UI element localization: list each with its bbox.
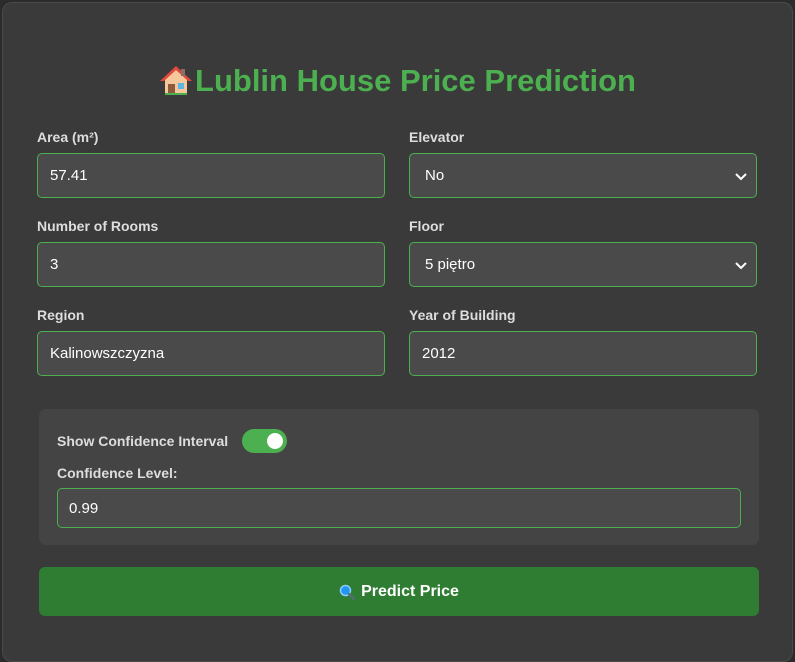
- predict-price-label: Predict Price: [361, 582, 459, 600]
- area-label: Area (m²): [37, 129, 99, 145]
- region-field-group: Region Kalinowszczyzna: [37, 307, 385, 376]
- confidence-toggle-label: Show Confidence Interval: [57, 433, 229, 449]
- rooms-input[interactable]: 3: [37, 242, 385, 287]
- floor-select[interactable]: 5 piętro: [409, 242, 757, 287]
- magnifier-icon: [339, 584, 356, 600]
- elevator-select[interactable]: No: [409, 153, 757, 198]
- confidence-level-value: 0.99: [69, 499, 99, 517]
- floor-value: 5 piętro: [425, 256, 476, 273]
- predict-price-button[interactable]: Predict Price: [39, 567, 759, 616]
- page-title: Lublin House Price Prediction: [195, 63, 636, 98]
- chevron-down-icon: [735, 261, 747, 269]
- area-value: 57.41: [50, 167, 88, 184]
- year-value: 2012: [422, 345, 456, 362]
- elevator-label: Elevator: [409, 129, 465, 145]
- area-field-group: Area (m²) 57.41: [37, 129, 385, 198]
- confidence-level-label: Confidence Level:: [57, 465, 178, 481]
- toggle-knob: [267, 433, 284, 449]
- house-icon: [159, 64, 193, 98]
- region-label: Region: [37, 307, 85, 323]
- rooms-field-group: Number of Rooms 3: [37, 218, 385, 287]
- confidence-panel: Show Confidence Interval Confidence Leve…: [39, 409, 759, 545]
- area-input[interactable]: 57.41: [37, 153, 385, 198]
- chevron-down-icon: [735, 172, 747, 180]
- elevator-field-group: Elevator No: [409, 129, 757, 198]
- floor-field-group: Floor 5 piętro: [409, 218, 757, 287]
- rooms-label: Number of Rooms: [37, 218, 159, 234]
- confidence-toggle[interactable]: [242, 429, 288, 453]
- rooms-value: 3: [50, 256, 59, 273]
- prediction-card: Lublin House Price Prediction Area (m²) …: [2, 2, 793, 662]
- year-field-group: Year of Building 2012: [409, 307, 757, 376]
- year-input[interactable]: 2012: [409, 331, 757, 376]
- confidence-toggle-row: Show Confidence Interval: [57, 429, 288, 453]
- region-input[interactable]: Kalinowszczyzna: [37, 331, 385, 376]
- floor-label: Floor: [409, 218, 444, 234]
- year-label: Year of Building: [409, 307, 516, 323]
- confidence-level-input[interactable]: 0.99: [57, 488, 741, 528]
- page-title-row: Lublin House Price Prediction: [3, 63, 792, 99]
- region-value: Kalinowszczyzna: [50, 345, 165, 362]
- elevator-value: No: [425, 167, 445, 184]
